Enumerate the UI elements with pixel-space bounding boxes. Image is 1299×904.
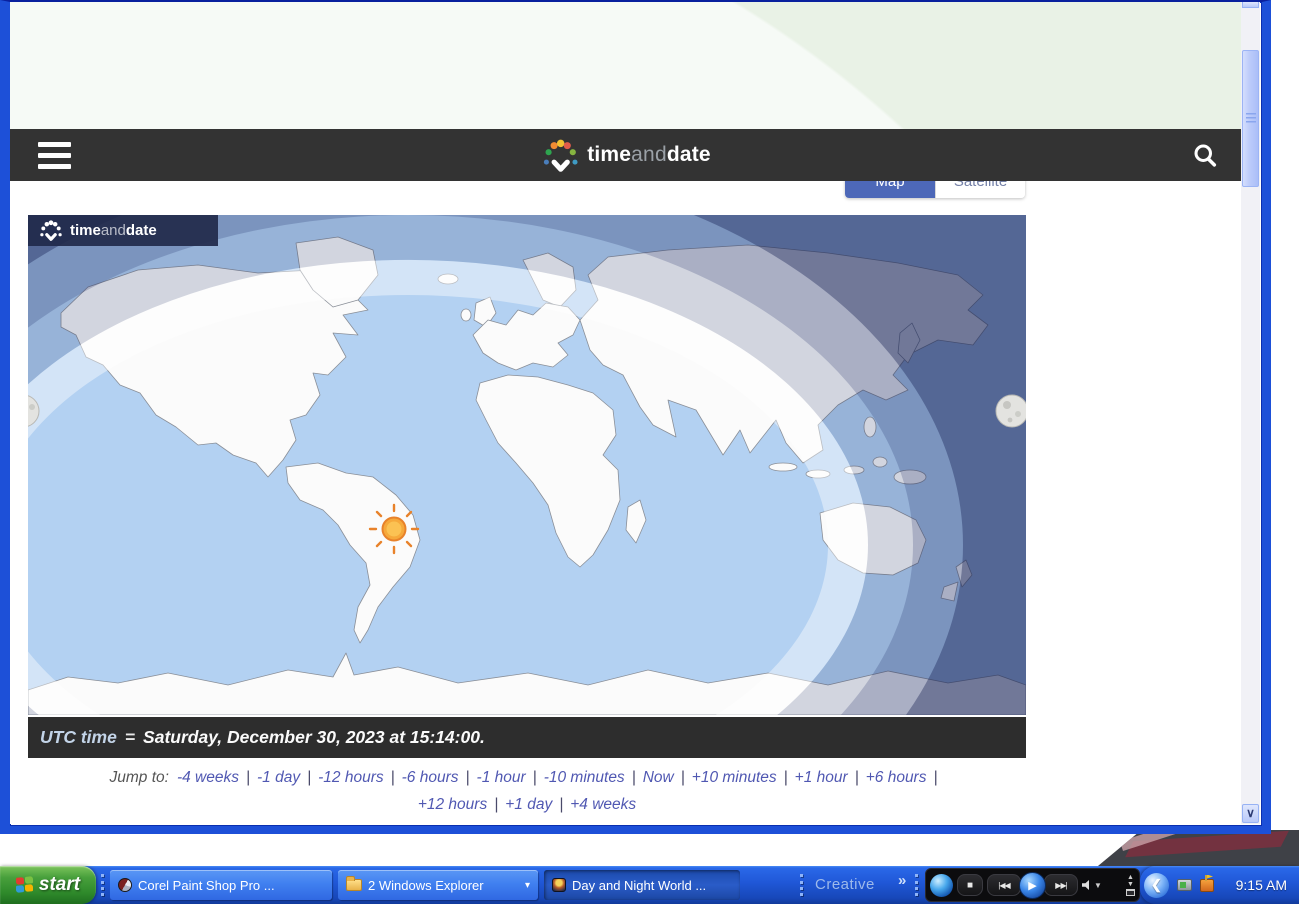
taskbar-window-button[interactable]: Corel Paint Shop Pro ...: [110, 870, 332, 900]
media-window-icon[interactable]: [1126, 889, 1135, 896]
creative-toolbar-chevron-icon[interactable]: »: [898, 872, 906, 889]
jump-link[interactable]: -12 hours: [318, 769, 383, 786]
globe-icon: [552, 878, 566, 892]
separator: |: [494, 796, 498, 813]
taskbar-window-button[interactable]: Day and Night World ...: [544, 870, 740, 900]
hardware-tray-icon[interactable]: [1177, 879, 1192, 891]
jump-link[interactable]: -4 weeks: [177, 769, 239, 786]
jump-links: Jump to: -4 weeks | -1 day | -12 hours | -6 hou…: [28, 764, 1026, 818]
creative-orb-icon[interactable]: [930, 874, 953, 897]
day-night-world-map[interactable]: timeanddate: [28, 215, 1026, 715]
jump-label: Jump to:: [109, 769, 168, 786]
volume-button[interactable]: ▼: [1082, 880, 1102, 890]
separator: |: [559, 796, 563, 813]
utc-time-bar: UTC time = Saturday, December 30, 2023 a…: [28, 717, 1026, 758]
jump-line-1: Jump to: -4 weeks | -1 day | -12 hours | -6 hou…: [28, 764, 1026, 791]
volume-dropdown-icon: ▼: [1094, 881, 1102, 890]
group-dropdown-icon[interactable]: ▾: [517, 880, 530, 891]
windows-flag-icon: [16, 876, 33, 894]
desktop: Map Satellite: [0, 0, 1299, 904]
brand-date: date: [667, 143, 711, 166]
toolbar-up-arrow-icon[interactable]: ▲: [1127, 875, 1134, 881]
toolbar-down-arrow-icon[interactable]: ▼: [1127, 882, 1134, 888]
jump-link[interactable]: -6 hours: [402, 769, 459, 786]
separator: |: [855, 769, 859, 786]
jump-link[interactable]: +4 weeks: [570, 796, 636, 813]
separator: |: [533, 769, 537, 786]
paint-shop-icon: [118, 878, 132, 892]
map-watermark: timeanddate: [28, 215, 218, 246]
utc-time-value: Saturday, December 30, 2023 at 15:14:00.: [143, 727, 485, 748]
system-tray: ❮ 9:15 AM: [1140, 866, 1299, 904]
search-icon[interactable]: [1191, 141, 1219, 169]
speaker-icon: [1082, 880, 1092, 890]
jump-link[interactable]: -10 minutes: [544, 769, 625, 786]
jump-link[interactable]: +1 hour: [795, 769, 848, 786]
logo-burst-icon: [540, 139, 580, 172]
watermark-text: timeanddate: [70, 222, 157, 239]
creative-toolbar-label[interactable]: Creative: [815, 876, 875, 893]
start-button[interactable]: start: [0, 866, 96, 904]
watermark-date: date: [126, 222, 157, 239]
previous-track-button[interactable]: |◀◀: [987, 874, 1021, 896]
jump-link[interactable]: -1 day: [257, 769, 300, 786]
separator: |: [466, 769, 470, 786]
watermark-time: time: [70, 222, 101, 239]
utc-time-label: UTC time: [40, 727, 117, 748]
jump-link[interactable]: +12 hours: [418, 796, 487, 813]
site-header: timeanddate: [10, 129, 1241, 181]
moon-marker[interactable]: [996, 395, 1026, 427]
separator: |: [933, 769, 937, 786]
scrollbar-up-button[interactable]: [1242, 2, 1259, 8]
page: Map Satellite: [10, 2, 1260, 824]
stop-button[interactable]: ■: [957, 874, 983, 896]
browser-window: Map Satellite: [0, 0, 1271, 834]
separator: |: [391, 769, 395, 786]
next-track-button[interactable]: ▶▶|: [1044, 874, 1078, 896]
taskbar-window-button[interactable]: 2 Windows Explorer ▾: [338, 870, 538, 900]
watermark-burst-icon: [38, 220, 64, 241]
watermark-and: and: [101, 222, 126, 239]
jump-link[interactable]: +6 hours: [866, 769, 927, 786]
tray-collapse-button[interactable]: ❮: [1144, 873, 1169, 898]
vertical-scrollbar[interactable]: ∨: [1241, 2, 1260, 824]
separator: |: [681, 769, 685, 786]
start-label: start: [39, 874, 80, 896]
jump-link[interactable]: -1 hour: [477, 769, 526, 786]
taskbar-grip[interactable]: [915, 874, 919, 896]
timeanddate-logo[interactable]: timeanddate: [540, 139, 711, 172]
utc-equals: =: [125, 727, 135, 748]
clock[interactable]: 9:15 AM: [1236, 877, 1287, 893]
jump-line-2: +12 hours | +1 day | +4 weeks: [28, 791, 1026, 818]
scrollbar-down-button[interactable]: ∨: [1242, 804, 1259, 823]
jump-link[interactable]: Now: [643, 769, 674, 786]
folder-icon: [346, 879, 362, 891]
taskbar: start Corel Paint Shop Pro ... 2 Windows …: [0, 866, 1299, 904]
jump-link[interactable]: +1 day: [505, 796, 552, 813]
separator: |: [632, 769, 636, 786]
separator: |: [784, 769, 788, 786]
desktop-wallpaper-photo: [1080, 830, 1299, 870]
separator: |: [307, 769, 311, 786]
taskbar-grip[interactable]: [800, 874, 804, 896]
jump-link[interactable]: +10 minutes: [692, 769, 777, 786]
taskbar-grip[interactable]: [101, 874, 105, 896]
world-map-svg: [28, 215, 1026, 715]
brand-text: timeanddate: [587, 143, 711, 167]
scrollbar-thumb[interactable]: [1242, 50, 1259, 187]
security-alert-tray-icon[interactable]: [1200, 879, 1214, 892]
taskbar-button-label: Day and Night World ...: [572, 878, 706, 893]
brand-and: and: [631, 143, 667, 166]
separator: |: [246, 769, 250, 786]
page-top-decoration: [10, 2, 1241, 129]
taskbar-button-label: Corel Paint Shop Pro ...: [138, 878, 275, 893]
taskbar-button-label: 2 Windows Explorer: [368, 878, 484, 893]
brand-time: time: [587, 143, 631, 166]
media-player-toolbar: ■ |◀◀ ▶ ▶▶| ▼ ▲ ▼: [925, 868, 1140, 902]
hamburger-menu-icon[interactable]: [38, 142, 71, 169]
play-button[interactable]: ▶: [1019, 872, 1046, 899]
